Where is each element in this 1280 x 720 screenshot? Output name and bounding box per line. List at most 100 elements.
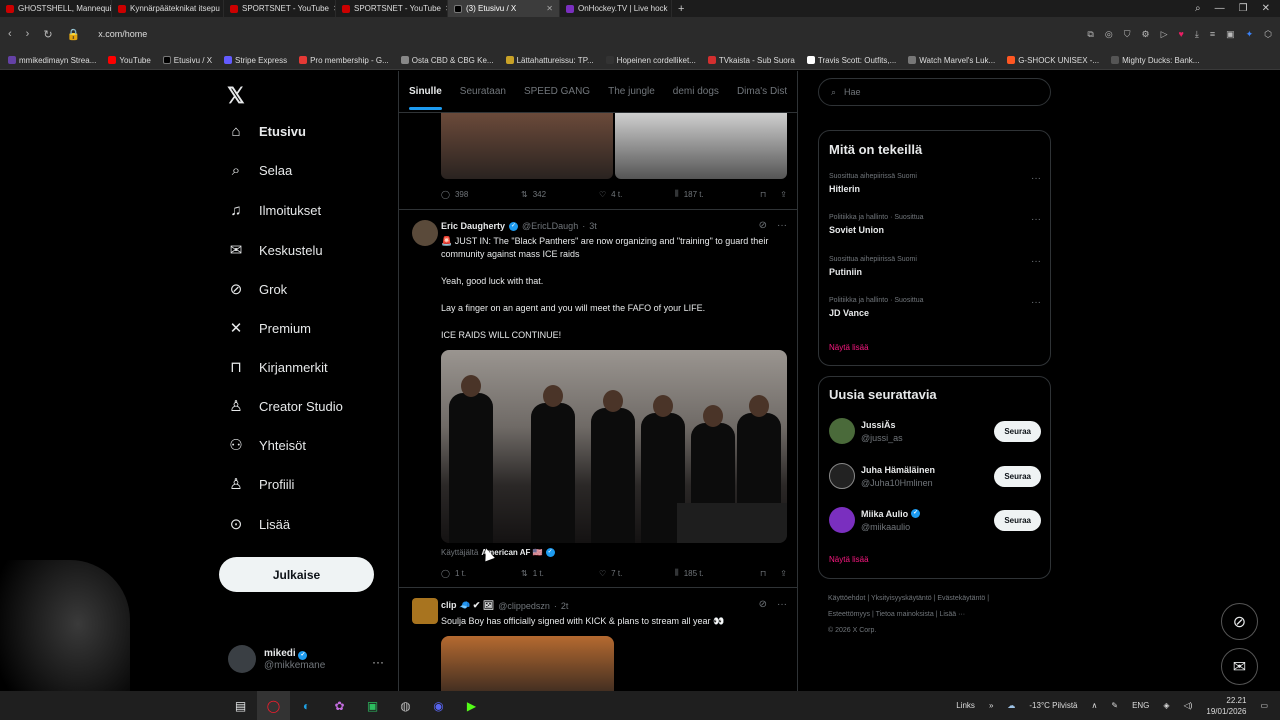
menu-icon[interactable]: ≡ xyxy=(1210,29,1215,40)
download-icon[interactable]: ⤓ xyxy=(1195,29,1199,40)
bookmark[interactable]: TVkaista - Sub Suora xyxy=(707,56,795,65)
trend-item[interactable]: Suosittua aihepiirissä Suomi Putiniin ··· xyxy=(829,256,1041,277)
tweet[interactable]: clip 🧢 ✔ 🖼 @clippedszn · 2t ⊘ ··· Soulja … xyxy=(399,587,797,691)
chevron-icon[interactable]: » xyxy=(989,701,993,710)
reply-button[interactable]: ◯ 1 t. xyxy=(441,569,521,578)
footer-link[interactable]: Yksityisyyskäytäntö xyxy=(871,595,932,602)
notification-icon[interactable]: ▭ xyxy=(1260,701,1268,710)
sidebar-item-explore[interactable]: ⌕ Selaa xyxy=(227,162,292,179)
bookmark[interactable]: Pro membership - G... xyxy=(299,56,389,65)
pen-icon[interactable]: ✎ xyxy=(1111,701,1118,710)
copilot-icon[interactable]: ✿ xyxy=(323,691,356,720)
views-button[interactable]: ⫼ 185 t. xyxy=(675,568,755,578)
follow-button[interactable]: Seuraa xyxy=(994,509,1041,531)
sidebar-item-bookmarks[interactable]: ⊓ Kirjanmerkit xyxy=(227,358,327,376)
bookmark[interactable]: YouTube xyxy=(108,56,151,65)
browser-tab[interactable]: SPORTSNET - YouTube✕ xyxy=(224,0,336,17)
browser-tab-active[interactable]: (3) Etusivu / X ✕ xyxy=(448,0,560,17)
sidebar-item-creator-studio[interactable]: ♙ Creator Studio xyxy=(227,397,343,415)
task-view-icon[interactable]: ▤ xyxy=(224,691,257,720)
author-handle[interactable]: @EricLDaugh xyxy=(522,221,578,231)
search-input[interactable]: ⌕ Hae xyxy=(818,78,1051,106)
sidebar-item-premium[interactable]: ✕ Premium xyxy=(227,319,311,337)
author-handle[interactable]: @clippedszn xyxy=(498,601,550,611)
account-switcher[interactable]: mikedi ✓ @mikkemane ··· xyxy=(228,645,384,673)
volume-icon[interactable]: ◁) xyxy=(1184,701,1193,710)
reply-button[interactable]: ◯ 398 xyxy=(441,190,521,199)
minimize-icon[interactable]: — xyxy=(1215,3,1225,14)
follow-suggestion[interactable]: Juha Hämäläinen @Juha10Hmlinen Seuraa xyxy=(829,463,1041,489)
trend-item[interactable]: Politiikka ja hallinto · Suosittua JD Van… xyxy=(829,297,1041,318)
footer-link[interactable]: Tietoa mainoksista xyxy=(876,611,934,618)
shield-icon[interactable]: ⛉ xyxy=(1124,29,1131,40)
bookmark[interactable]: Travis Scott: Outfits,... xyxy=(806,56,896,65)
bookmark-icon[interactable]: ⊓ xyxy=(760,190,766,199)
more-options-icon[interactable]: ··· xyxy=(777,599,787,610)
cube-icon[interactable]: ⬡ xyxy=(1264,29,1272,40)
sidebar-item-communities[interactable]: ⚇ Yhteisöt xyxy=(227,436,306,454)
url-field[interactable]: x.com/home xyxy=(98,29,147,39)
play-icon[interactable]: ▷ xyxy=(1161,29,1168,40)
author-name[interactable]: Eric Daugherty xyxy=(441,221,505,231)
grok-fab-button[interactable]: ⊘ xyxy=(1221,603,1258,640)
grok-icon[interactable]: ⊘ xyxy=(759,220,767,231)
tweet-media-image[interactable] xyxy=(441,350,787,543)
post-button[interactable]: Julkaise xyxy=(219,557,374,592)
sidebar-item-home[interactable]: ⌂ Etusivu xyxy=(227,123,306,140)
follow-suggestion[interactable]: Miika Aulio ✓ @miikaaulio Seuraa xyxy=(829,507,1041,533)
repost-button[interactable]: ⇅ 1 t. xyxy=(521,569,599,578)
edge-icon[interactable]: ◐ xyxy=(290,691,323,720)
new-tab-icon[interactable]: + xyxy=(672,3,690,15)
follow-suggestion[interactable]: JussiÄs @jussi_as Seuraa xyxy=(829,418,1041,444)
app-icon[interactable]: ▣ xyxy=(356,691,389,720)
media-image[interactable] xyxy=(441,113,613,179)
tab-following[interactable]: Seurataan xyxy=(460,86,506,97)
share-icon[interactable]: ⇪ xyxy=(780,569,787,578)
close-icon[interactable]: ✕ xyxy=(546,4,553,13)
follow-button[interactable]: Seuraa xyxy=(994,420,1041,442)
language-indicator[interactable]: ENG xyxy=(1132,701,1149,710)
like-button[interactable]: ♡ 4 t. xyxy=(599,190,675,199)
tweet-time[interactable]: 3t xyxy=(589,221,597,231)
footer-link[interactable]: Esteettömyys xyxy=(828,611,870,618)
footer-link[interactable]: Käyttöehdot xyxy=(828,595,865,602)
more-options-icon[interactable]: ··· xyxy=(1031,297,1041,308)
tweet-time[interactable]: 2t xyxy=(561,601,569,611)
avatar[interactable] xyxy=(412,220,438,246)
show-more-link[interactable]: Näytä lisää xyxy=(829,343,869,352)
more-options-icon[interactable]: ··· xyxy=(1031,173,1041,184)
opera-icon[interactable]: ◯ xyxy=(257,691,290,720)
avatar[interactable] xyxy=(829,507,855,533)
app-icon[interactable]: ◍ xyxy=(389,691,422,720)
tab-list[interactable]: The jungle xyxy=(608,86,655,97)
tab-list[interactable]: SPEED GANG xyxy=(524,86,590,97)
avatar[interactable] xyxy=(412,598,438,624)
follow-button[interactable]: Seuraa xyxy=(994,465,1041,487)
trend-item[interactable]: Politiikka ja hallinto · Suosittua Soviet… xyxy=(829,214,1041,235)
views-button[interactable]: ⫼ 187 t. xyxy=(675,189,755,199)
sidebar-item-messages[interactable]: ✉ Keskustelu xyxy=(227,241,323,259)
previous-tweet-media[interactable] xyxy=(441,113,787,179)
more-options-icon[interactable]: ··· xyxy=(1031,214,1041,225)
media-image[interactable] xyxy=(615,113,787,179)
more-options-icon[interactable]: ··· xyxy=(777,220,787,231)
bookmark[interactable]: Mighty Ducks: Bank... xyxy=(1111,56,1199,65)
more-options-icon[interactable]: ··· xyxy=(372,655,384,669)
tweet-media-image[interactable] xyxy=(441,636,614,691)
heart-icon[interactable]: ♥ xyxy=(1178,29,1183,40)
bookmark[interactable]: mmikedimayn Strea... xyxy=(8,56,96,65)
aria-icon[interactable]: ✦ xyxy=(1246,29,1254,40)
clock[interactable]: 22.21 19/01/2026 xyxy=(1206,695,1246,717)
more-options-icon[interactable]: ··· xyxy=(1031,256,1041,267)
bookmark[interactable]: G-SHOCK UNISEX -... xyxy=(1007,56,1099,65)
bookmark[interactable]: Stripe Express xyxy=(224,56,287,65)
sidebar-item-grok[interactable]: ⊘ Grok xyxy=(227,280,287,298)
author-name[interactable]: clip 🧢 ✔ 🖼 xyxy=(441,600,494,611)
wallet-icon[interactable]: ▣ xyxy=(1226,29,1235,40)
bookmark-icon[interactable]: ⊓ xyxy=(760,569,766,578)
footer-link[interactable]: Evästekäytäntö xyxy=(937,595,985,602)
bookmark[interactable]: Watch Marvel's Luk... xyxy=(908,56,995,65)
messages-fab-button[interactable]: ✉ xyxy=(1221,648,1258,685)
extension-icon[interactable]: ⚙ xyxy=(1141,29,1149,40)
bookmark[interactable]: Lättahattureissu: TP... xyxy=(505,56,594,65)
